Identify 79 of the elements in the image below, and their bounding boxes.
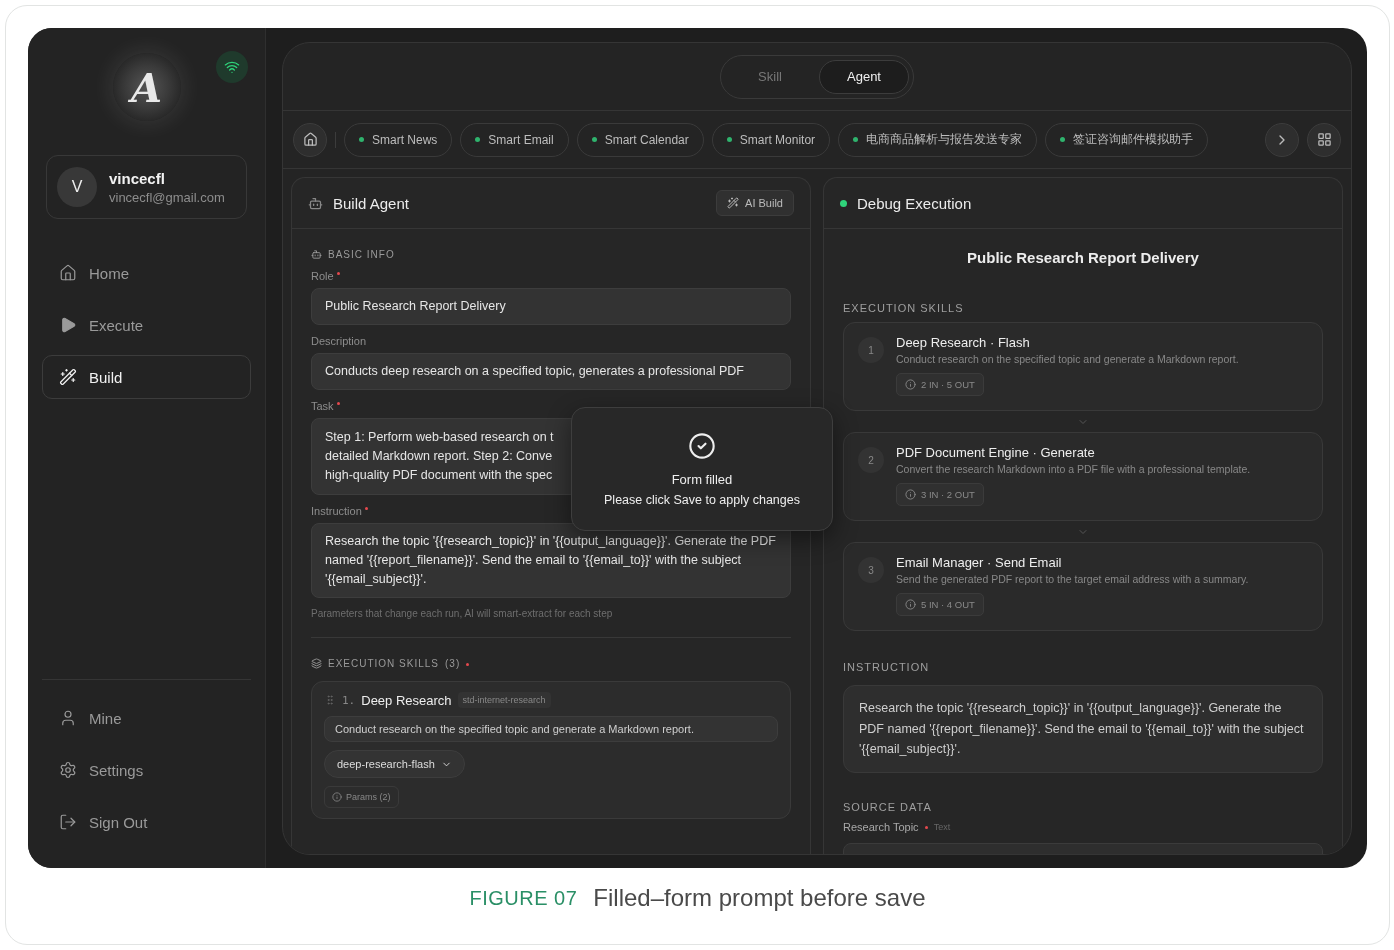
- section-label: SOURCE DATA: [843, 800, 933, 813]
- check-circle-icon: [688, 431, 716, 460]
- wifi-icon: [224, 59, 240, 75]
- avatar: V: [57, 167, 97, 207]
- robot-icon: [308, 195, 323, 211]
- field-label: Description: [311, 335, 367, 347]
- input-field[interactable]: Research the topic '{{research_topic}}' in '{{output_language}}'. Generate the PDF named '{{report_filename}}'. Send the email to '{{email_to}}' with the subject '{{email_subject}}'.: [311, 523, 791, 598]
- version-select[interactable]: deep-research-flash: [324, 750, 465, 778]
- user-email: vincecfl@gmail.com: [109, 189, 225, 205]
- nav-item[interactable]: Sign Out: [42, 800, 251, 844]
- section-label: EXECUTION SKILLS: [843, 302, 965, 314]
- status-dot: [840, 199, 847, 207]
- field-hint: Parameters that change each run, AI will smart-extract for each step: [311, 608, 614, 619]
- skill-count: (3): [445, 658, 461, 669]
- mode-tab[interactable]: Skill: [725, 59, 815, 94]
- nav-item[interactable]: Execute: [42, 303, 251, 347]
- settings-icon: [59, 761, 77, 779]
- user-icon: [59, 709, 77, 727]
- scroll-right-button[interactable]: [1265, 122, 1299, 157]
- step-number: 3: [858, 557, 884, 583]
- nav-item[interactable]: Build: [42, 355, 251, 399]
- step-name: Email Manager · Send Email: [896, 555, 1063, 570]
- home-button[interactable]: [293, 122, 327, 157]
- section-label: INSTRUCTION: [843, 661, 931, 673]
- home-icon: [302, 132, 318, 147]
- io-badge: 3 IN · 2 OUT: [896, 483, 984, 506]
- robot-icon: [311, 249, 322, 260]
- agent-heading: Public Research Report Delivery: [966, 249, 1200, 266]
- info-icon: [905, 379, 916, 390]
- input-field[interactable]: Conducts deep research on a specified topic, generates a professional PDF: [311, 353, 791, 390]
- figure-number: FIGURE 07: [469, 886, 578, 910]
- nav-item[interactable]: Home: [42, 251, 251, 295]
- step-name: Deep Research · Flash: [896, 335, 1031, 350]
- layers-icon: [311, 658, 322, 669]
- drag-handle-icon[interactable]: [324, 694, 336, 706]
- grid-icon: [1316, 132, 1332, 147]
- magic-wand-icon: [59, 368, 77, 386]
- home-icon: [59, 264, 77, 282]
- field-label: Task: [311, 400, 334, 412]
- field-label: Role: [311, 270, 334, 282]
- nav-item[interactable]: Settings: [42, 748, 251, 792]
- skill-name: Deep Research: [361, 692, 452, 708]
- panel-title: Build Agent: [333, 194, 409, 212]
- info-icon: [332, 792, 342, 802]
- user-name: vincecfl: [109, 169, 166, 187]
- step-number: 1: [858, 337, 884, 363]
- params-button[interactable]: Params (2): [324, 786, 399, 808]
- step-description: Send the generated PDF report to the target email address with a summary.: [896, 573, 1249, 585]
- field-type: Text: [933, 821, 951, 832]
- nav-item[interactable]: Mine: [42, 696, 251, 740]
- step-description: Conduct research on the specified topic and generate a Markdown report.: [896, 353, 1239, 365]
- step-number: 2: [858, 447, 884, 473]
- field-label: Research Topic: [843, 820, 919, 833]
- section-label: EXECUTION SKILLS: [328, 658, 440, 669]
- grid-view-button[interactable]: [1307, 122, 1341, 157]
- instruction-text: Research the topic '{{research_topic}}' in '{{output_language}}'. Generate the PDF named '{{report_filename}}'. Send the email to '{{email_to}}' with the subject '{{email_subject}}'.: [843, 685, 1323, 773]
- figure-caption: Filled–form prompt before save: [593, 884, 926, 912]
- magic-wand-icon: [727, 197, 740, 209]
- toast-title: Form filled: [671, 471, 733, 487]
- skill-number: 1.: [342, 693, 356, 707]
- panel-title: Debug Execution: [857, 194, 972, 212]
- play-icon: [59, 316, 77, 334]
- sign-out-icon: [59, 813, 77, 831]
- io-badge: 2 IN · 5 OUT: [896, 373, 984, 396]
- skill-slug: std-internet-research: [457, 692, 551, 708]
- info-icon: [905, 489, 916, 500]
- user-card[interactable]: V vincecfl vincecfl@gmail.com: [46, 155, 247, 219]
- step-description: Convert the research Markdown into a PDF file with a professional template.: [896, 463, 1251, 475]
- io-badge: 5 IN · 4 OUT: [896, 593, 984, 616]
- ai-build-button[interactable]: AI Build: [716, 190, 794, 216]
- section-label: BASIC INFO: [328, 249, 395, 260]
- toast-message: Please click Save to apply changes: [604, 492, 800, 507]
- step-name: PDF Document Engine · Generate: [896, 445, 1096, 460]
- field-label: Instruction: [311, 505, 362, 517]
- mode-tab[interactable]: Agent: [819, 59, 909, 94]
- info-icon: [905, 599, 916, 610]
- app-logo: A: [112, 53, 181, 121]
- input-field[interactable]: Public Research Report Delivery: [311, 288, 791, 325]
- skill-description-field[interactable]: Conduct research on the specified topic and generate a Markdown report.: [324, 716, 778, 742]
